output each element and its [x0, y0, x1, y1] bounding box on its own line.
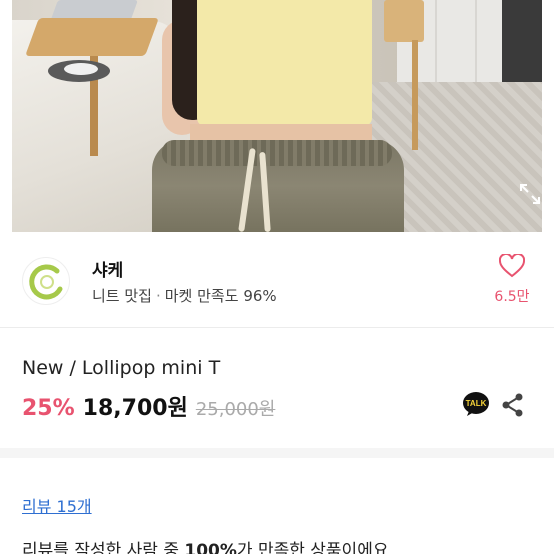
original-price: 25,000원	[195, 399, 276, 420]
mouse-image	[64, 63, 98, 75]
heart-icon	[499, 254, 525, 278]
meta-separator: ·	[155, 287, 161, 305]
desk-image	[25, 18, 159, 56]
review-summary-suffix: 가 만족한 상품이에요	[236, 541, 389, 554]
pants-waistband	[162, 140, 392, 166]
product-image[interactable]	[12, 0, 542, 232]
review-count-link[interactable]: 리뷰 15개	[22, 493, 92, 517]
review-summary-highlight: 100%	[184, 541, 237, 554]
price-row: 25% 18,700원 25,000원	[22, 390, 275, 422]
model-top	[197, 0, 372, 126]
review-summary: 리뷰를 작성한 사람 중 100%가 만족한 상품이에요	[22, 536, 388, 554]
discount-rate: 25%	[22, 396, 75, 421]
chair-leg	[412, 40, 418, 150]
satisfaction-value: 96%	[243, 287, 277, 305]
satisfaction-label: 마켓 만족도	[164, 287, 239, 305]
seller-meta: 니트 맛집 · 마켓 만족도 96%	[92, 285, 277, 306]
kakao-talk-icon[interactable]: TALK	[462, 391, 490, 417]
share-icon[interactable]	[500, 392, 526, 418]
background-post	[502, 0, 542, 82]
review-summary-prefix: 리뷰를 작성한 사람 중	[22, 541, 185, 554]
like-count: 6.5만	[494, 289, 530, 305]
like-button[interactable]: 6.5만	[490, 254, 534, 306]
product-title: New / Lollipop mini T	[22, 357, 221, 379]
expand-icon[interactable]	[518, 182, 542, 206]
seller-category: 니트 맛집	[92, 287, 152, 305]
sale-price: 18,700원	[82, 396, 188, 421]
seller-name[interactable]: 샤케	[92, 256, 123, 281]
section-divider	[0, 448, 554, 458]
talk-label: TALK	[466, 399, 487, 408]
seller-logo-icon	[29, 264, 63, 300]
chair-image	[384, 0, 424, 42]
seller-logo[interactable]	[22, 257, 70, 305]
seller-row[interactable]: 샤케 니트 맛집 · 마켓 만족도 96% 6.5만	[0, 232, 554, 328]
